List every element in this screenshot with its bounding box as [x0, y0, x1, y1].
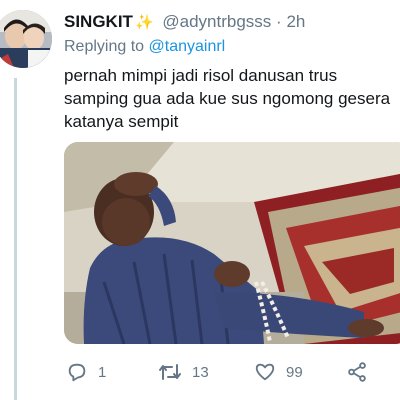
share-button[interactable] — [346, 358, 368, 386]
replying-label: Replying to — [64, 38, 145, 55]
tweet-header: SINGKIT ✨ @adyntrbgsss · 2h — [64, 12, 305, 33]
share-icon — [346, 361, 368, 383]
like-count: 99 — [286, 363, 303, 381]
like-button[interactable]: 99 — [254, 358, 303, 386]
tweet-actions: 1 13 99 — [64, 358, 400, 386]
tweet-media-image[interactable] — [64, 142, 400, 344]
avatar[interactable] — [0, 10, 52, 68]
reply-icon — [66, 361, 88, 383]
tweet-text-line: samping gua ada kue sus ngomong gesera — [64, 89, 391, 108]
reply-count: 1 — [98, 363, 107, 381]
display-name[interactable]: SINGKIT — [64, 12, 133, 31]
reply-button[interactable]: 1 — [66, 358, 106, 386]
retweet-icon — [158, 361, 182, 383]
thread-line — [14, 78, 17, 400]
tweet-text-line: pernah mimpi jadi risol danusan trus — [64, 66, 338, 85]
retweet-count: 13 — [192, 363, 209, 381]
tweet-text: pernah mimpi jadi risol danusan trus sam… — [64, 64, 400, 133]
tweet-timestamp[interactable]: 2h — [286, 12, 305, 31]
separator-dot: · — [276, 12, 282, 31]
retweet-button[interactable]: 13 — [158, 358, 209, 386]
replying-to-line: Replying to @tanyainrl — [64, 38, 225, 56]
user-handle[interactable]: @adyntrbgsss — [162, 12, 271, 31]
avatar-photo — [0, 10, 52, 68]
heart-icon — [254, 361, 276, 383]
replying-handle-link[interactable]: @tanyainrl — [149, 38, 226, 55]
meme-photo — [64, 142, 400, 344]
tweet-text-line: katanya sempit — [64, 112, 179, 131]
sparkle-emoji: ✨ — [134, 14, 154, 31]
